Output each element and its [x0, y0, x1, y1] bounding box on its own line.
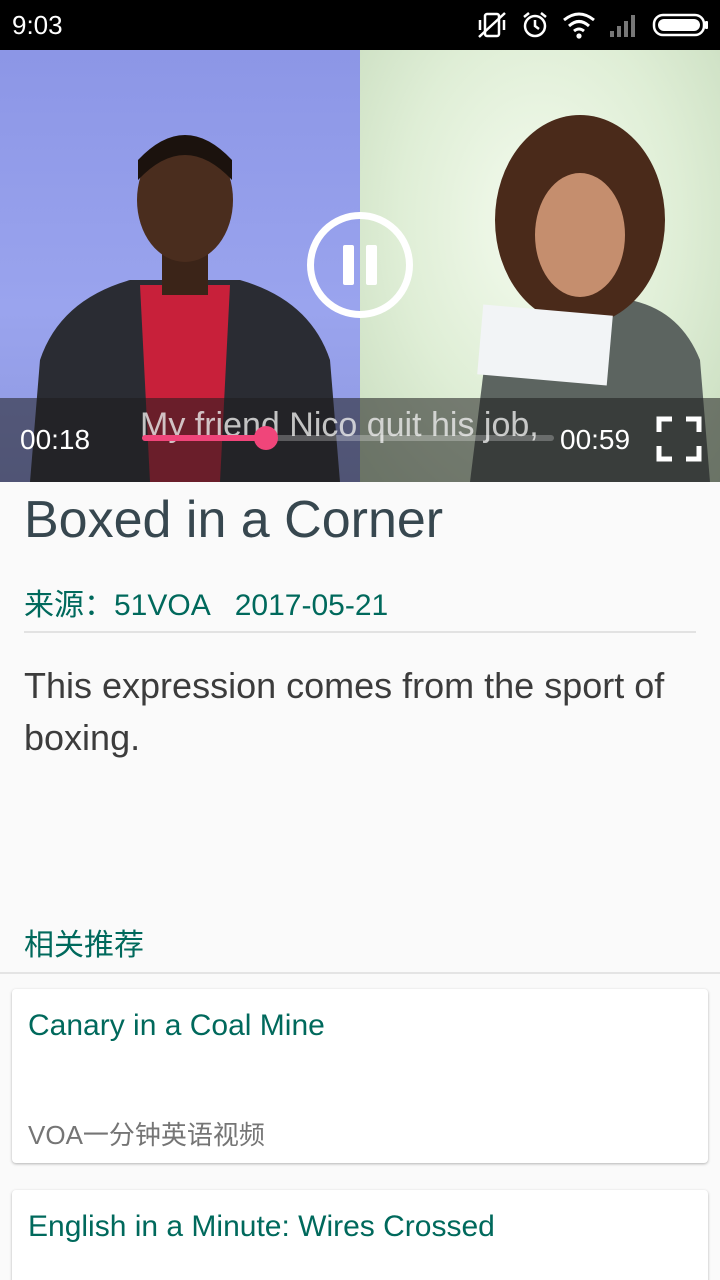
battery-icon	[652, 13, 708, 37]
related-card-title: English in a Minute: Wires Crossed	[28, 1210, 495, 1243]
related-divider	[0, 972, 720, 974]
status-time: 9:03	[12, 10, 63, 40]
seek-bar[interactable]	[142, 426, 554, 450]
alarm-icon	[523, 12, 547, 38]
article-meta: 来源：51VOA 2017-05-21	[24, 580, 388, 624]
status-icons	[476, 8, 710, 42]
current-time: 00:18	[20, 424, 91, 455]
pause-icon	[343, 245, 354, 285]
article-summary: This expression comes from the sport of …	[24, 665, 665, 758]
seek-thumb[interactable]	[253, 426, 278, 450]
article-source: 来源：51VOA	[24, 589, 211, 622]
wifi-icon	[563, 12, 595, 39]
cell-signal-icon	[610, 15, 635, 37]
mute-vibrate-icon	[478, 12, 506, 38]
fullscreen-icon[interactable]	[656, 416, 702, 462]
pause-button[interactable]	[307, 212, 413, 318]
related-card-title: Canary in a Coal Mine	[28, 1009, 325, 1042]
related-card[interactable]: Canary in a Coal Mine VOA一分钟英语视频	[12, 989, 708, 1163]
seek-progress	[142, 435, 266, 441]
status-bar: 9:03	[0, 0, 720, 50]
video-player[interactable]: My friend Nico quit his job, 00:18 00:59	[0, 50, 720, 482]
article-title: Boxed in a Corner	[24, 491, 444, 549]
related-card-source: VOA一分钟英语视频	[28, 1120, 265, 1150]
related-card[interactable]: English in a Minute: Wires Crossed	[12, 1190, 708, 1280]
article-date: 2017-05-21	[234, 589, 389, 622]
total-time: 00:59	[560, 424, 631, 455]
pause-icon-bar	[366, 245, 377, 285]
related-heading: 相关推荐	[24, 929, 144, 962]
divider	[24, 631, 696, 633]
